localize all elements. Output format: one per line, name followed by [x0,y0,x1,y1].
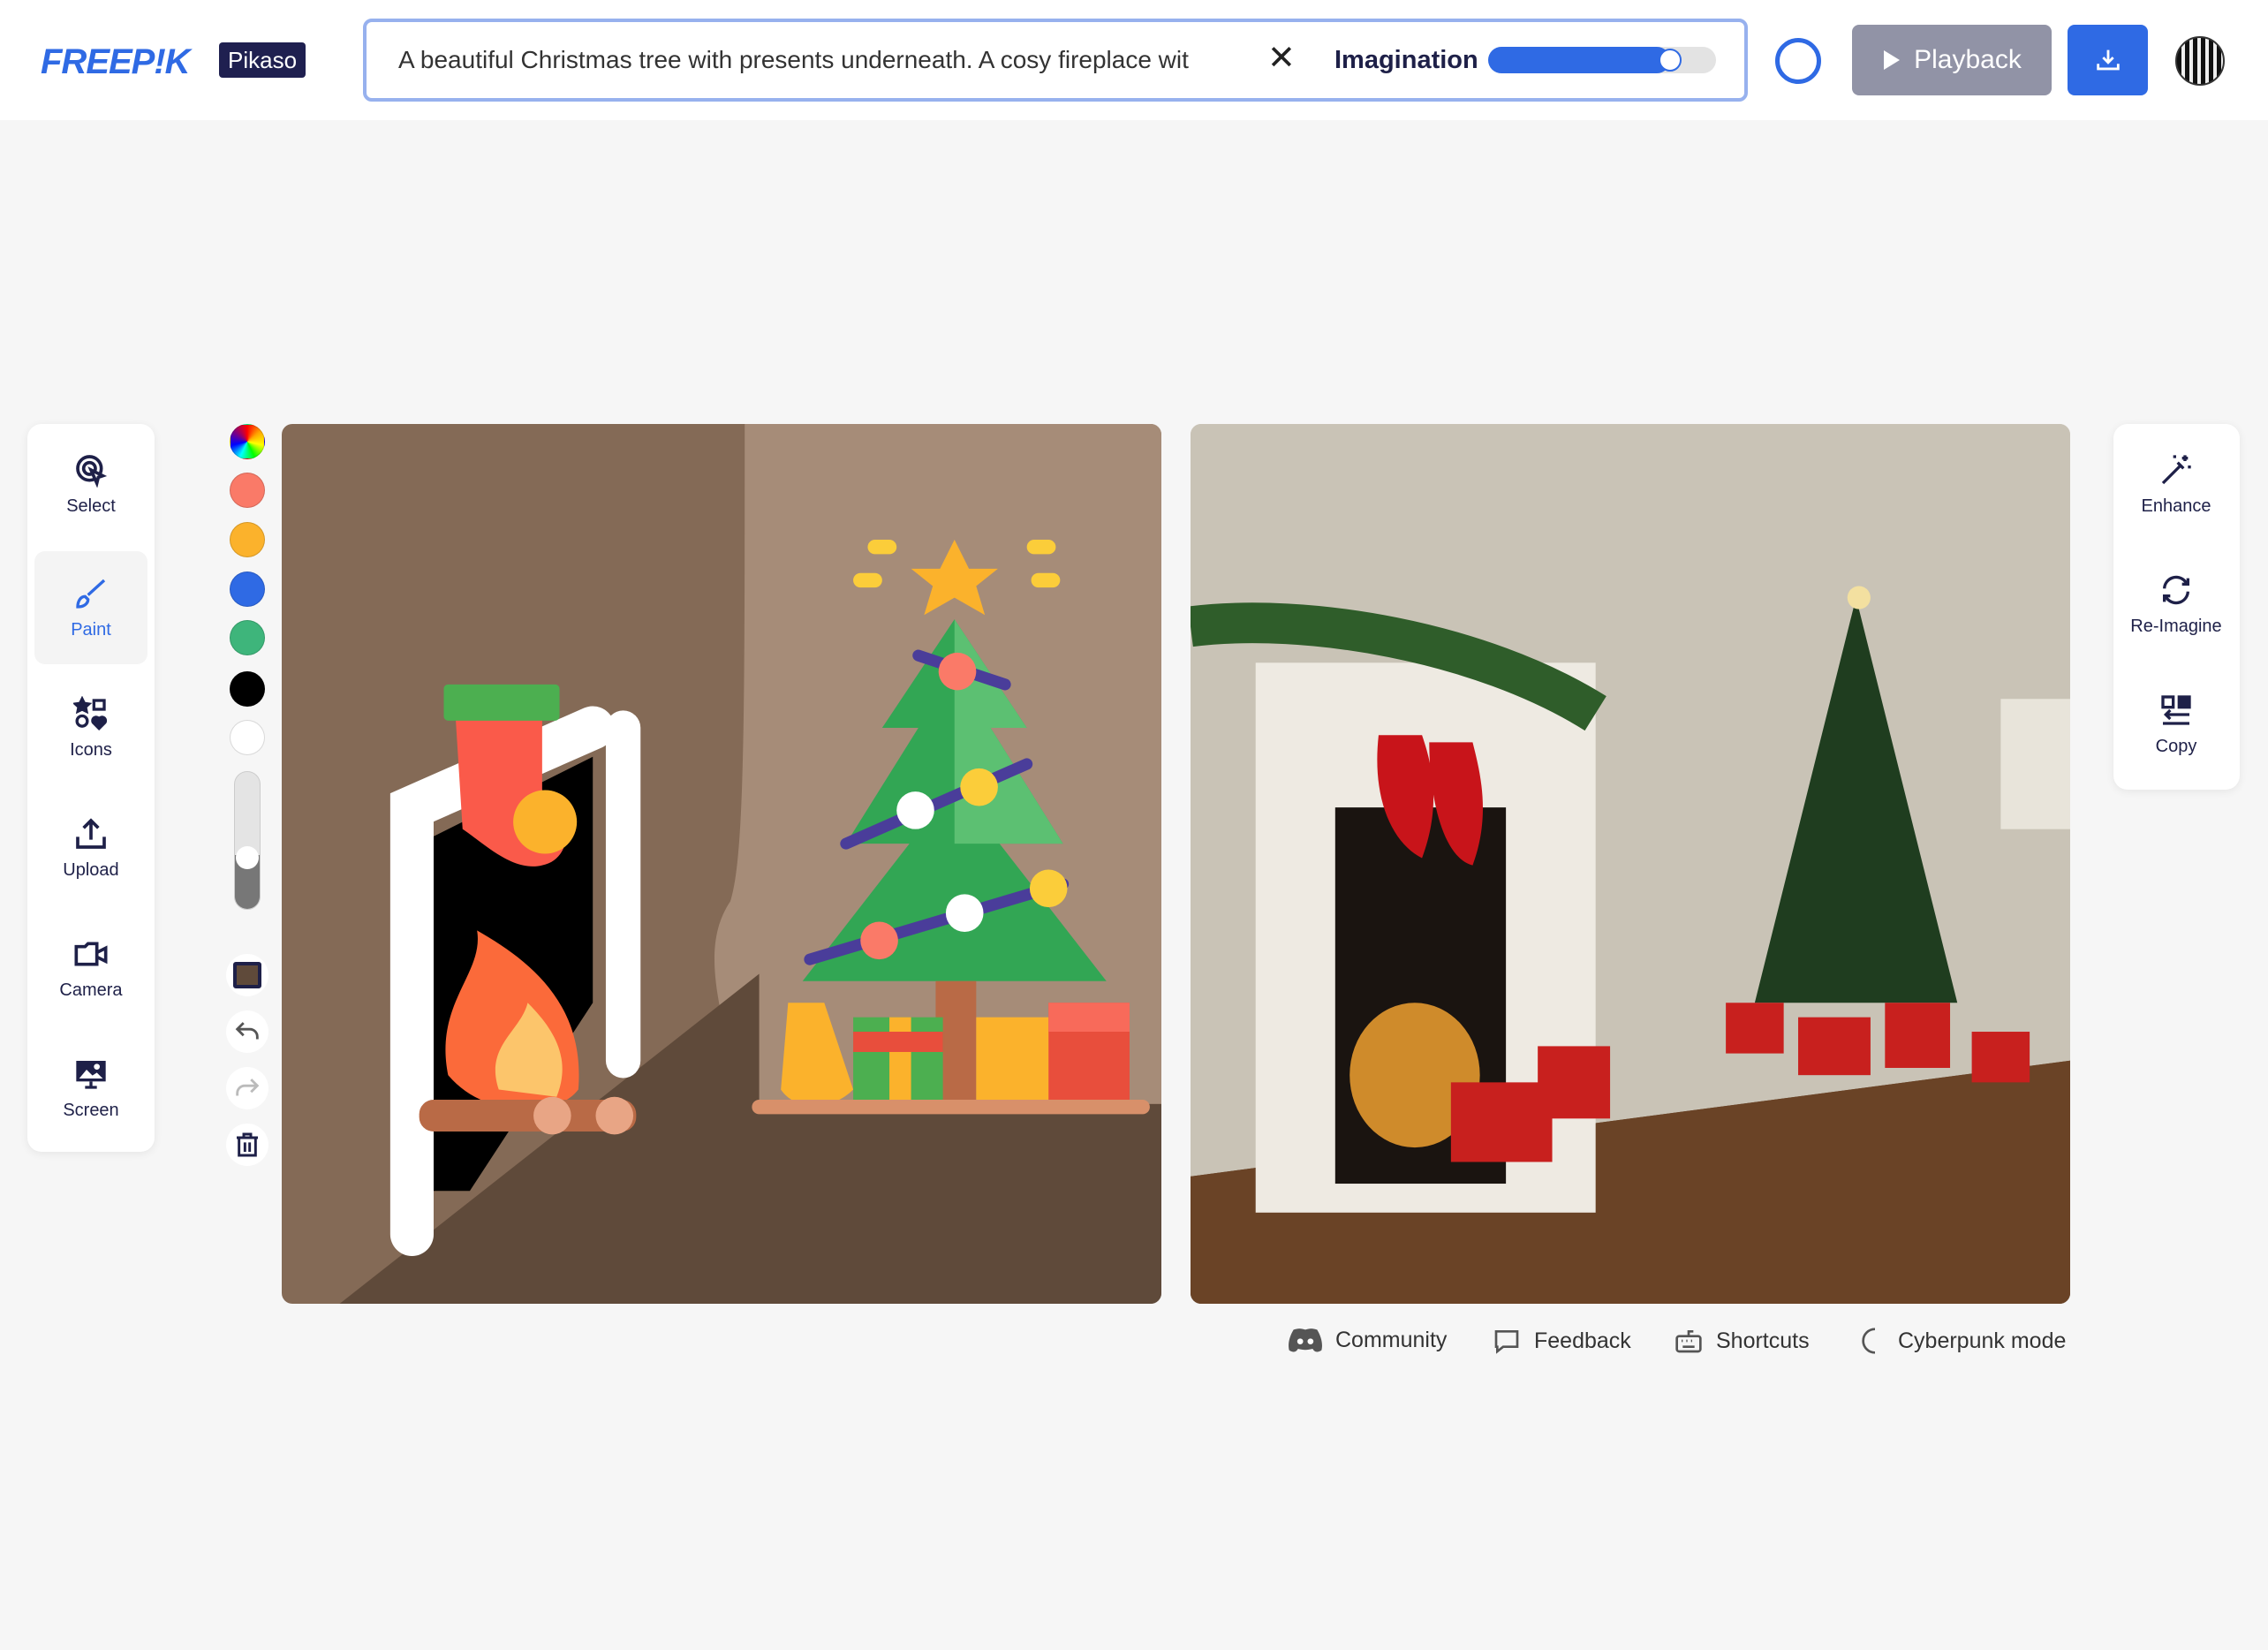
moon-icon [1862,1328,1876,1354]
status-ring-icon [1775,38,1821,84]
prompt-bar: A beautiful Christmas tree with presents… [363,19,1748,102]
imagination-slider[interactable] [1488,47,1716,73]
magic-wand-icon [2161,454,2191,484]
prompt-input[interactable]: A beautiful Christmas tree with presents… [398,46,1246,74]
tool-select[interactable]: Select [34,428,147,541]
color-swatch[interactable] [230,671,265,707]
community-label: Community [1335,1327,1448,1352]
undo-icon [235,1022,259,1040]
user-avatar[interactable] [2175,36,2225,86]
refresh-icon [2163,575,2189,604]
tool-label: Copy [2155,736,2197,756]
keyboard-icon [1675,1330,1702,1353]
discord-icon [1289,1328,1322,1352]
redo-button[interactable] [226,1067,268,1109]
color-swatch[interactable] [230,473,265,508]
pikaso-badge: Pikaso [219,42,306,78]
brush-size-knob[interactable] [236,846,259,869]
color-swatch[interactable] [230,522,265,557]
camera-icon [74,942,108,965]
imagination-label: Imagination [1334,46,1478,74]
playback-button[interactable]: Playback [1852,25,2052,95]
feedback-link[interactable]: Feedback [1492,1327,1631,1355]
imagination-slider-fill [1488,47,1670,73]
chat-bubble-icon [1494,1330,1519,1354]
right-toolbar: Enhance Re-Imagine Copy [2113,424,2240,790]
shortcuts-link[interactable]: Shortcuts [1674,1327,1810,1355]
enhance-button[interactable]: Enhance [2120,428,2233,541]
feedback-label: Feedback [1534,1328,1631,1353]
tool-label: Camera [59,980,123,1000]
play-icon [1884,50,1901,70]
download-button[interactable] [2068,25,2148,95]
download-icon [2096,49,2120,71]
sketch-canvas[interactable] [282,424,1161,1304]
tool-label: Select [66,496,116,516]
left-toolbar: Select Paint Icons Upload Camera Screen [27,424,155,1152]
background-color-icon [233,962,261,988]
tool-label: Icons [70,739,112,760]
header: FREEP!K Pikaso A beautiful Christmas tre… [0,0,2268,120]
generated-image[interactable] [1191,424,2070,1304]
freepik-logo[interactable]: FREEP!K [41,42,191,82]
tool-icons[interactable]: Icons [34,671,147,784]
clear-canvas-button[interactable] [226,1124,268,1166]
community-link[interactable]: Community [1288,1327,1447,1353]
shortcuts-label: Shortcuts [1716,1328,1810,1353]
screen-icon [76,1060,106,1089]
generated-scene [1191,424,2070,1304]
shapes-icon [73,695,108,730]
undo-button[interactable] [226,1010,268,1053]
select-cursor-icon [76,454,108,488]
tool-screen[interactable]: Screen [34,1032,147,1145]
copy-icon [2161,694,2191,725]
redo-icon [236,1079,260,1096]
color-swatch[interactable] [230,620,265,655]
tool-paint[interactable]: Paint [34,551,147,664]
trash-icon [237,1132,258,1157]
imagination-slider-knob[interactable] [1658,49,1682,72]
upload-icon [76,817,106,849]
cyberpunk-mode-toggle[interactable]: Cyberpunk mode [1857,1327,2066,1355]
tool-camera[interactable]: Camera [34,912,147,1025]
tool-label: Paint [71,619,111,640]
copy-button[interactable]: Copy [2120,668,2233,781]
playback-label: Playback [1914,45,2022,74]
color-swatch[interactable] [230,571,265,607]
tool-label: Re-Imagine [2130,616,2222,636]
tool-label: Screen [63,1100,119,1120]
color-picker-wheel[interactable] [230,424,265,459]
tool-label: Enhance [2141,496,2211,516]
background-color-button[interactable] [226,954,268,996]
color-swatch[interactable] [230,720,265,755]
brush-size-slider[interactable] [234,771,261,910]
tool-label: Upload [63,859,119,880]
reimagine-button[interactable]: Re-Imagine [2120,548,2233,661]
sketch-drawing [282,424,1161,1304]
clear-prompt-icon[interactable]: ✕ [1267,38,1296,78]
brush-icon [76,579,106,609]
cyberpunk-label: Cyberpunk mode [1898,1328,2067,1353]
tool-upload[interactable]: Upload [34,791,147,904]
